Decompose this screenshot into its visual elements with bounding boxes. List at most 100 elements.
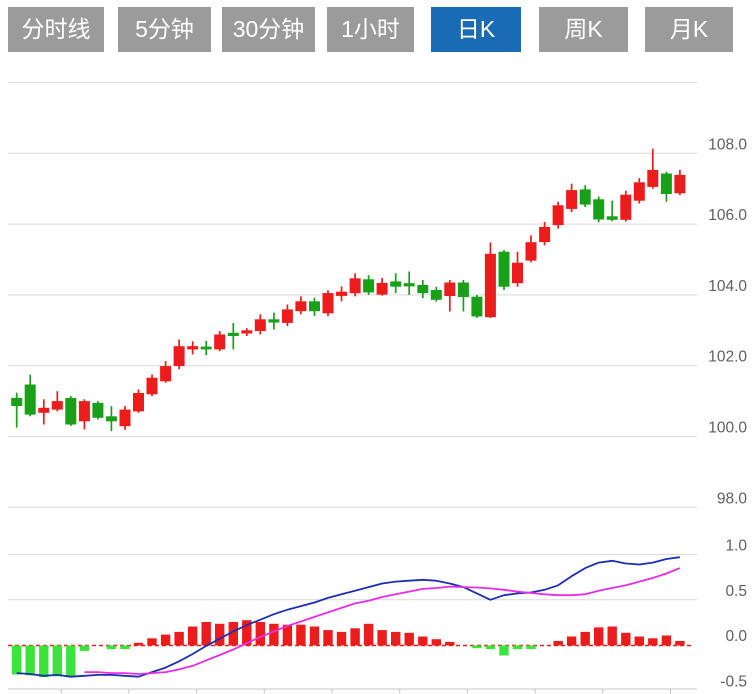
- macd-bar: [107, 646, 116, 650]
- macd-bar: [567, 637, 576, 646]
- candle-body: [65, 398, 76, 425]
- price-axis-tick: 104.0: [708, 278, 747, 295]
- candle-body: [214, 335, 225, 350]
- macd-grid: [8, 555, 697, 600]
- macd-bar: [39, 646, 48, 678]
- tab-5min[interactable]: 5分钟: [118, 7, 211, 52]
- tab-timeline[interactable]: 分时线: [8, 7, 104, 52]
- candle-body: [539, 227, 550, 242]
- macd-bar: [202, 622, 211, 646]
- candle-body: [553, 205, 564, 225]
- macd-bar: [364, 624, 373, 646]
- macd-bar: [80, 646, 89, 651]
- macd-bar: [662, 636, 671, 646]
- candle-body: [79, 401, 90, 421]
- candle-body: [431, 290, 442, 300]
- macd-bar: [188, 627, 197, 646]
- macd-axis-tick: -0.5: [720, 673, 747, 690]
- macd-bar: [310, 627, 319, 646]
- macd-bar: [134, 643, 143, 646]
- kline-app: 分时线 5分钟 30分钟 1小时 日K 周K 月K 108.0106.0104.…: [0, 0, 755, 694]
- candle-body: [241, 330, 252, 333]
- candle-body: [661, 174, 672, 195]
- price-axis-tick: 106.0: [708, 207, 747, 224]
- macd-bar: [405, 633, 414, 646]
- tab-monthly-k[interactable]: 月K: [645, 7, 733, 52]
- macd-axis-tick: 0.0: [725, 628, 747, 645]
- candle-body: [620, 195, 631, 220]
- candle-body: [268, 319, 279, 322]
- candle-body: [647, 170, 658, 187]
- candle-body: [106, 416, 117, 421]
- macd-bar: [377, 630, 386, 645]
- candle-body: [133, 393, 144, 411]
- macd-bar: [513, 646, 522, 650]
- macd-bar: [53, 646, 62, 677]
- macd-bar: [608, 627, 617, 646]
- chart-canvas[interactable]: 108.0106.0104.0102.0100.098.01.00.50.0-0…: [0, 0, 755, 694]
- macd-bar: [323, 630, 332, 645]
- candle-body: [160, 366, 171, 381]
- candle-body: [580, 189, 591, 204]
- macd-bar: [66, 646, 75, 678]
- tab-30min[interactable]: 30分钟: [222, 7, 315, 52]
- tab-daily-k[interactable]: 日K: [431, 7, 521, 52]
- candle-body: [499, 252, 510, 287]
- price-axis-labels: 108.0106.0104.0102.0100.098.0: [708, 136, 747, 507]
- candle-body: [404, 283, 415, 286]
- macd-axis-tick: 0.5: [725, 583, 747, 600]
- macd-bar: [526, 646, 535, 650]
- price-axis-tick: 98.0: [717, 490, 748, 507]
- candle-body: [458, 283, 469, 298]
- candle-body: [282, 309, 293, 323]
- macd-bar: [120, 646, 129, 650]
- candle-body: [377, 283, 388, 295]
- macd-bar: [337, 632, 346, 646]
- dif-line-group: [17, 557, 680, 677]
- candle-body: [634, 182, 645, 200]
- candle-body: [526, 242, 537, 260]
- candle-body: [174, 346, 185, 366]
- candlestick-series: [11, 149, 685, 432]
- macd-bar: [648, 638, 657, 645]
- macd-axis-tick: 1.0: [725, 538, 747, 555]
- candle-body: [201, 347, 212, 350]
- candle-body: [309, 301, 320, 311]
- macd-bar: [269, 624, 278, 646]
- candle-body: [471, 297, 482, 317]
- candle-body: [25, 385, 36, 415]
- macd-bar: [418, 637, 427, 646]
- candle-body: [120, 410, 131, 427]
- candle-body: [147, 378, 158, 395]
- macd-bar: [594, 627, 603, 645]
- macd-bar: [675, 641, 684, 646]
- bottom-axis: [8, 689, 697, 694]
- candle-body: [363, 279, 374, 292]
- tab-weekly-k[interactable]: 周K: [539, 7, 628, 52]
- macd-bar: [296, 625, 305, 646]
- tab-1hour[interactable]: 1小时: [327, 7, 414, 52]
- price-axis-tick: 100.0: [708, 420, 747, 437]
- candle-body: [52, 401, 63, 410]
- candle-body: [444, 283, 455, 297]
- candle-body: [607, 216, 618, 220]
- macd-bar: [621, 633, 630, 646]
- candle-body: [350, 278, 361, 293]
- macd-bar: [147, 638, 156, 645]
- candle-body: [11, 398, 22, 406]
- candle-body: [38, 408, 49, 413]
- macd-bar: [215, 624, 224, 646]
- macd-histogram: [12, 620, 685, 677]
- candle-body: [336, 292, 347, 296]
- macd-bar: [174, 632, 183, 646]
- candle-body: [417, 285, 428, 293]
- dif-line: [17, 557, 680, 677]
- candle-body: [390, 281, 401, 286]
- period-tabbar: 分时线 5分钟 30分钟 1小时 日K 周K 月K: [8, 7, 733, 52]
- price-axis-tick: 108.0: [708, 136, 747, 153]
- macd-bar: [445, 642, 454, 646]
- candle-body: [255, 319, 266, 331]
- macd-bar: [26, 646, 35, 676]
- price-grid: [8, 83, 697, 508]
- macd-bar: [256, 622, 265, 646]
